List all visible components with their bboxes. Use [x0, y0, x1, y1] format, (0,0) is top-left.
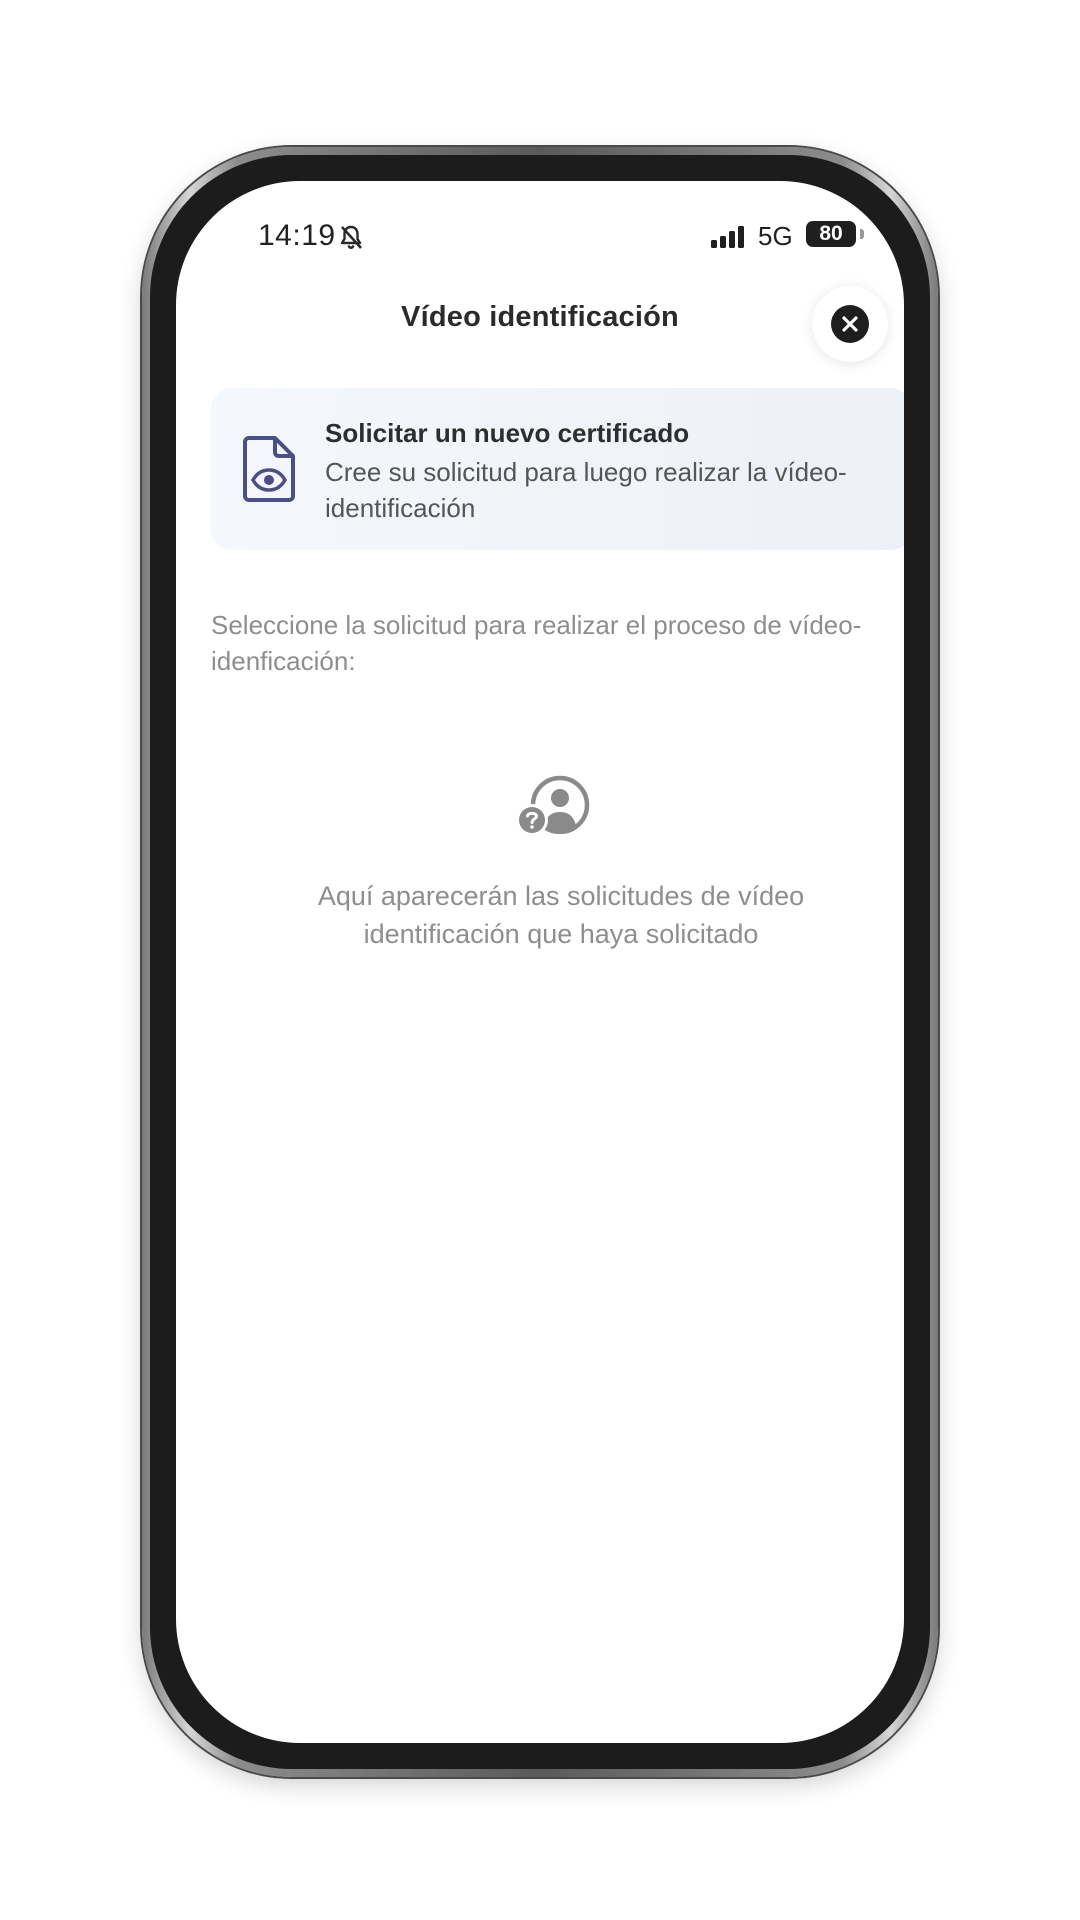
close-icon: [831, 305, 869, 343]
network-type: 5G: [758, 221, 793, 251]
bell-slash-icon: [338, 224, 364, 250]
cellular-signal-icon: [710, 224, 748, 250]
close-button[interactable]: [812, 286, 888, 362]
empty-state-message: Aquí aparecerán las solicitudes de vídeo…: [317, 881, 805, 949]
phone-frame: 14:19 5G 80 Vídeo identificación Solicit…: [142, 147, 938, 1777]
card-title: Solicitar un nuevo certificado: [325, 418, 690, 448]
app-screen: 14:19 5G 80 Vídeo identificación Solicit…: [176, 181, 904, 1743]
instruction-text: Seleccione la solicitud para realizar el…: [211, 610, 862, 676]
page: 14:19 5G 80 Vídeo identificación Solicit…: [0, 0, 1080, 1920]
new-certificate-card[interactable]: Solicitar un nuevo certificado Cree su s…: [211, 388, 904, 550]
battery-indicator: 80: [806, 221, 856, 247]
phone-bezel: 14:19 5G 80 Vídeo identificación Solicit…: [150, 155, 930, 1769]
battery-tip: [860, 229, 864, 239]
card-description: Cree su solicitud para luego realizar la…: [325, 457, 847, 523]
user-question-icon: [514, 774, 594, 840]
page-title: Vídeo identificación: [401, 301, 679, 333]
status-time: 14:19: [258, 219, 336, 252]
document-eye-icon: [241, 434, 299, 504]
